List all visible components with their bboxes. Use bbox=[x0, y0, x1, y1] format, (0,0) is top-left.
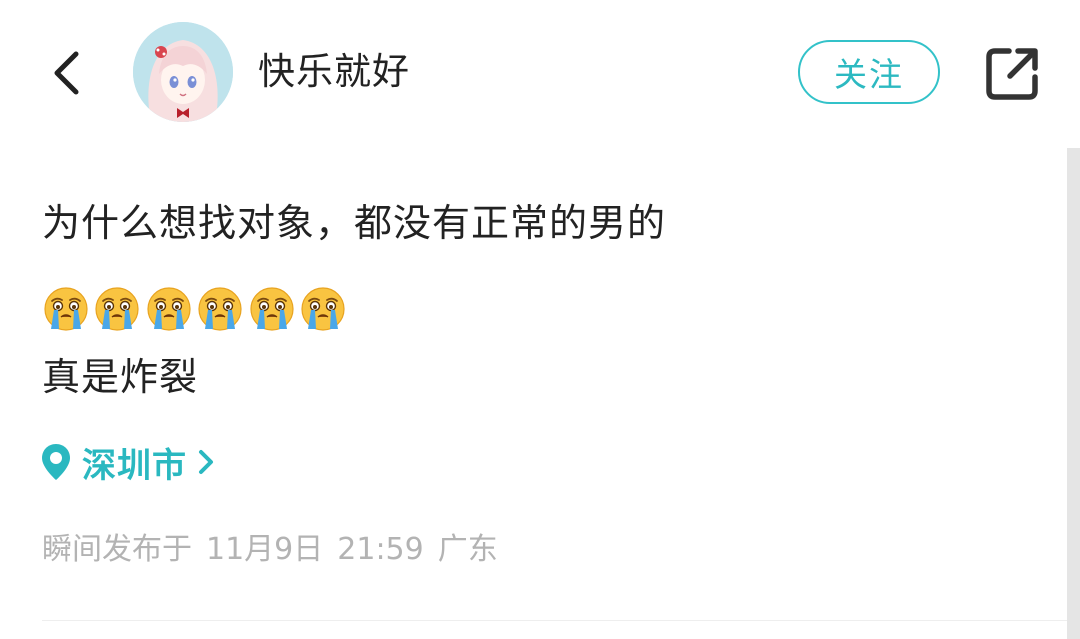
follow-button[interactable]: 关注 bbox=[798, 40, 940, 104]
emoji-row bbox=[42, 285, 350, 337]
share-external-icon bbox=[986, 48, 1038, 100]
location-link[interactable]: 深圳市 bbox=[40, 438, 217, 486]
post-content: 为什么想找对象，都没有正常的男的 真是炸裂 深圳市 瞬间发布于 11月9日 21… bbox=[0, 148, 1067, 639]
crying-face-icon bbox=[95, 287, 139, 331]
username[interactable]: 快乐就好 bbox=[258, 48, 410, 96]
crying-face-icon bbox=[198, 287, 242, 331]
crying-face-icon bbox=[147, 287, 191, 331]
location-label: 深圳市 bbox=[82, 445, 187, 486]
crying-face-icon bbox=[249, 287, 294, 331]
post-title: 为什么想找对象，都没有正常的男的 bbox=[42, 201, 667, 245]
crying-face-icon bbox=[44, 287, 88, 331]
avatar[interactable] bbox=[133, 22, 233, 122]
crying-face-icon bbox=[301, 287, 345, 331]
chevron-left-icon bbox=[54, 51, 79, 95]
back-button[interactable] bbox=[40, 46, 94, 100]
post-status: 瞬间发布于 bbox=[42, 532, 192, 567]
post-region: 广东 bbox=[437, 532, 498, 567]
divider bbox=[42, 620, 1067, 621]
post-text: 真是炸裂 bbox=[42, 355, 199, 399]
post-meta: 瞬间发布于 11月9日 21:59 广东 bbox=[42, 528, 512, 572]
location-pin-icon bbox=[42, 444, 70, 480]
post-time: 21:59 bbox=[337, 532, 424, 567]
scrollbar[interactable] bbox=[1067, 148, 1080, 639]
share-button[interactable] bbox=[980, 42, 1044, 106]
post-date: 11月9日 bbox=[206, 532, 324, 567]
chevron-right-icon bbox=[199, 450, 213, 474]
avatar-image bbox=[133, 22, 233, 122]
top-bar: 快乐就好 关注 bbox=[0, 0, 1080, 148]
